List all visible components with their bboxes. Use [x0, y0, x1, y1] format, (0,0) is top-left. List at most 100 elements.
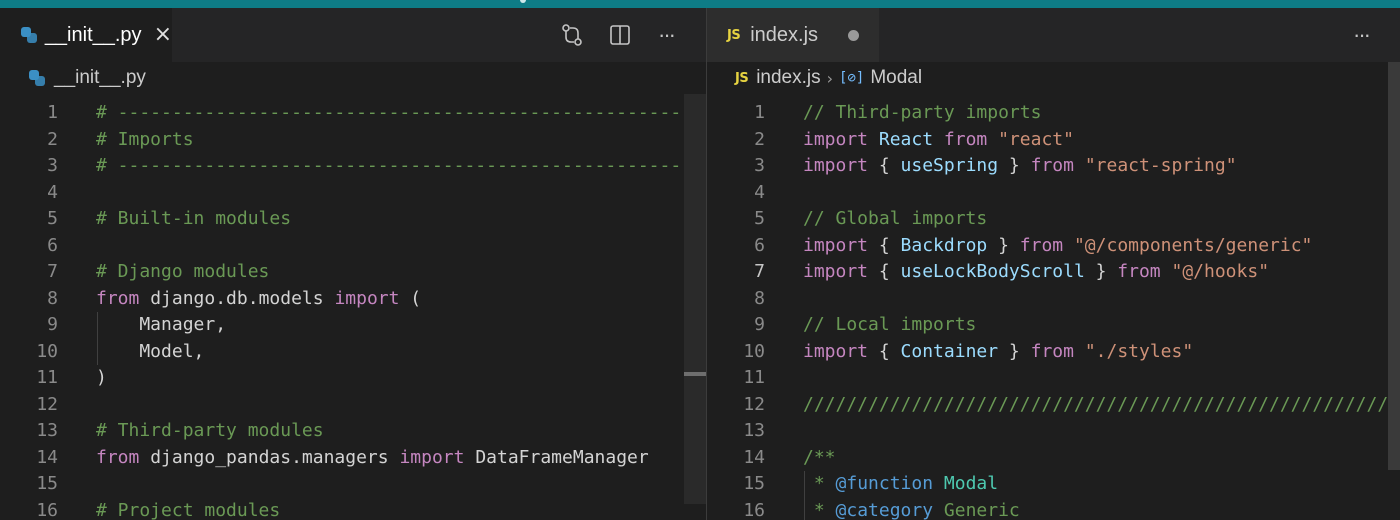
git-compare-icon — [562, 24, 582, 46]
code-token: // Third-party imports — [803, 102, 1042, 123]
breadcrumb-symbol[interactable]: Modal — [870, 67, 922, 89]
tab-label: index.js — [750, 23, 819, 46]
code-line[interactable]: 9 Manager, — [0, 312, 706, 339]
code-line[interactable]: 11) — [0, 365, 706, 392]
code-line[interactable]: 15 * @function Modal — [707, 471, 1400, 498]
line-number: 10 — [743, 340, 765, 362]
code-line[interactable]: 4 — [707, 180, 1400, 207]
scrollbar-thumb[interactable] — [684, 372, 706, 376]
javascript-icon: JS — [735, 70, 749, 86]
code-line[interactable]: 10 import { Container } from "./styles" — [707, 339, 1400, 366]
line-number: 6 — [754, 234, 765, 256]
code-editor-left[interactable]: 1 # -------------------------------------… — [0, 94, 706, 520]
code-editor-right[interactable]: 1 // Third-party imports 2 import React fro… — [707, 94, 1400, 520]
code-token: ////////////////////////////////////////… — [803, 393, 1400, 415]
code-line[interactable]: 10 Model, — [0, 339, 706, 366]
line-code: Model, — [96, 339, 204, 366]
code-line[interactable]: 16 * @category Generic — [707, 498, 1400, 520]
line-number: 11 — [743, 367, 765, 388]
code-line[interactable]: 2 import React from "react" — [707, 127, 1400, 154]
code-line[interactable]: 11 — [707, 365, 1400, 392]
code-line[interactable]: 3 # -------------------------------------… — [0, 153, 706, 180]
code-token: useLockBodyScroll — [900, 261, 1085, 282]
code-line[interactable]: 7 # Django modules — [0, 259, 706, 286]
code-line[interactable]: 12 //////////////////////////////////////… — [707, 392, 1400, 419]
more-actions-button[interactable]: ··· — [1347, 22, 1375, 48]
line-code: ) — [96, 365, 107, 392]
code-token: from — [96, 446, 140, 468]
code-token: import — [803, 261, 869, 282]
code-line[interactable]: 13 — [707, 418, 1400, 445]
code-token: { — [868, 261, 901, 282]
code-token: useSpring — [900, 155, 999, 176]
line-number: 7 — [47, 261, 58, 282]
breadcrumb-file[interactable]: index.js — [756, 67, 820, 89]
code-line[interactable]: 8 — [707, 286, 1400, 313]
code-line[interactable]: 14 /** — [707, 445, 1400, 472]
open-changes-button[interactable] — [558, 23, 586, 47]
code-token: "react-spring" — [1084, 155, 1237, 176]
code-token: # --------------------------------------… — [96, 102, 703, 123]
line-number: 3 — [754, 155, 765, 176]
vertical-scrollbar[interactable] — [684, 94, 706, 504]
code-token: Backdrop — [900, 234, 988, 256]
code-line[interactable]: 7 import { useLockBodyScroll } from "@/ho… — [707, 259, 1400, 286]
code-line[interactable]: 4 — [0, 180, 706, 207]
code-line[interactable]: 8 from django.db.models import ( — [0, 286, 706, 313]
tab-label: __init__.py — [44, 23, 142, 46]
code-token: # Third-party modules — [96, 420, 324, 441]
tab-bar-right: JS index.js ··· — [707, 8, 1400, 62]
code-line[interactable]: 6 — [0, 233, 706, 260]
close-icon[interactable]: × — [154, 24, 172, 46]
line-number: 7 — [754, 261, 765, 282]
code-line[interactable]: 14 from django_pandas.managers import Dat… — [0, 445, 706, 472]
line-code: ////////////////////////////////////////… — [803, 392, 1400, 419]
code-line[interactable]: 1 // Third-party imports — [707, 100, 1400, 127]
code-line[interactable]: 6 import { Backdrop } from "@/components/… — [707, 233, 1400, 260]
breadcrumb-file[interactable]: __init__.py — [54, 67, 146, 89]
code-token: DataFrameManager — [464, 446, 649, 468]
more-actions-button[interactable]: ··· — [652, 22, 680, 48]
line-code: import React from "react" — [803, 127, 1074, 154]
line-number: 12 — [743, 393, 765, 415]
chevron-right-icon: › — [826, 68, 834, 88]
line-number: 12 — [36, 393, 58, 415]
line-number: 8 — [47, 287, 58, 309]
code-token: django.db.models — [139, 287, 335, 309]
line-code: from django_pandas.managers import DataF… — [96, 445, 649, 472]
vertical-scrollbar[interactable] — [1388, 62, 1400, 470]
code-token: Manager, — [96, 314, 227, 335]
line-number: 2 — [754, 128, 765, 150]
code-token: from — [96, 287, 140, 309]
code-token: from — [1117, 261, 1161, 282]
code-token: from — [1019, 234, 1064, 256]
tab-init-py[interactable]: __init__.py × — [0, 8, 172, 62]
code-line[interactable]: 3 import { useSpring } from "react-spring… — [707, 153, 1400, 180]
code-line[interactable]: 15 — [0, 471, 706, 498]
unsaved-dot-icon[interactable] — [848, 29, 860, 41]
line-code: # Imports — [96, 127, 194, 154]
editor-group-left: __init__.py × ··· __init__.py 1 # ------… — [0, 8, 706, 520]
variable-symbol-icon: [⊘] — [839, 70, 865, 86]
code-line[interactable]: 2 # Imports — [0, 127, 706, 154]
code-token: } — [1084, 261, 1118, 282]
code-line[interactable]: 12 — [0, 392, 706, 419]
code-line[interactable]: 13 # Third-party modules — [0, 418, 706, 445]
code-line[interactable]: 16 # Project modules — [0, 498, 706, 520]
line-code: import { useLockBodyScroll } from "@/hoo… — [803, 259, 1269, 286]
code-token: * — [803, 473, 836, 494]
tab-index-js[interactable]: JS index.js — [707, 8, 879, 62]
code-line[interactable]: 5 // Global imports — [707, 206, 1400, 233]
split-editor-button[interactable] — [606, 24, 634, 46]
line-number: 4 — [754, 181, 765, 203]
code-line[interactable]: 5 # Built-in modules — [0, 206, 706, 233]
line-number: 6 — [47, 234, 58, 256]
editor-actions-right: ··· — [1347, 8, 1375, 62]
line-number: 1 — [47, 102, 58, 123]
code-token: Model, — [96, 340, 205, 362]
code-line[interactable]: 9 // Local imports — [707, 312, 1400, 339]
code-token: * — [803, 499, 836, 520]
code-line[interactable]: 1 # -------------------------------------… — [0, 100, 706, 127]
